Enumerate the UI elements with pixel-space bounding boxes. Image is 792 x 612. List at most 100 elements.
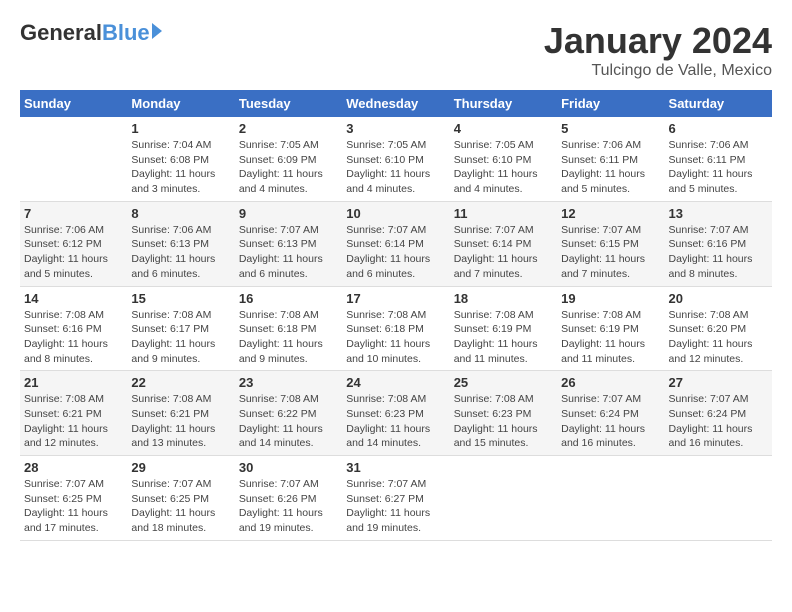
logo-general-text: General (20, 20, 102, 46)
day-cell: 17 Sunrise: 7:08 AMSunset: 6:18 PMDayligh… (342, 286, 449, 371)
day-cell: 19 Sunrise: 7:08 AMSunset: 6:19 PMDayligh… (557, 286, 664, 371)
day-detail: Sunrise: 7:08 AMSunset: 6:18 PMDaylight:… (239, 308, 338, 367)
day-detail: Sunrise: 7:07 AMSunset: 6:15 PMDaylight:… (561, 223, 660, 282)
day-number: 9 (239, 206, 338, 221)
day-detail: Sunrise: 7:05 AMSunset: 6:09 PMDaylight:… (239, 138, 338, 197)
day-number: 19 (561, 291, 660, 306)
day-cell: 14 Sunrise: 7:08 AMSunset: 6:16 PMDayligh… (20, 286, 127, 371)
day-detail: Sunrise: 7:07 AMSunset: 6:24 PMDaylight:… (669, 392, 768, 451)
day-detail: Sunrise: 7:08 AMSunset: 6:19 PMDaylight:… (561, 308, 660, 367)
day-cell: 16 Sunrise: 7:08 AMSunset: 6:18 PMDayligh… (235, 286, 342, 371)
day-detail: Sunrise: 7:04 AMSunset: 6:08 PMDaylight:… (131, 138, 230, 197)
day-cell: 26 Sunrise: 7:07 AMSunset: 6:24 PMDayligh… (557, 371, 664, 456)
day-cell: 5 Sunrise: 7:06 AMSunset: 6:11 PMDaylight… (557, 117, 664, 201)
day-cell: 24Sunrise: 7:08 AMSunset: 6:23 PMDayligh… (342, 371, 449, 456)
day-number: 10 (346, 206, 445, 221)
day-number: 17 (346, 291, 445, 306)
day-number: 23 (239, 375, 338, 390)
day-number: 13 (669, 206, 768, 221)
day-number: 4 (454, 121, 553, 136)
day-cell: 6 Sunrise: 7:06 AMSunset: 6:11 PMDaylight… (665, 117, 772, 201)
day-cell (665, 456, 772, 541)
calendar-title: January 2024 (544, 20, 772, 62)
logo-blue-text: Blue (102, 20, 150, 46)
day-detail: Sunrise: 7:07 AMSunset: 6:25 PMDaylight:… (131, 477, 230, 536)
week-row-4: 21 Sunrise: 7:08 AMSunset: 6:21 PMDayligh… (20, 371, 772, 456)
day-number: 22 (131, 375, 230, 390)
week-row-3: 14 Sunrise: 7:08 AMSunset: 6:16 PMDayligh… (20, 286, 772, 371)
day-detail: Sunrise: 7:06 AMSunset: 6:11 PMDaylight:… (561, 138, 660, 197)
day-cell (20, 117, 127, 201)
day-cell: 9 Sunrise: 7:07 AMSunset: 6:13 PMDaylight… (235, 201, 342, 286)
week-row-5: 28 Sunrise: 7:07 AMSunset: 6:25 PMDayligh… (20, 456, 772, 541)
day-cell: 15Sunrise: 7:08 AMSunset: 6:17 PMDayligh… (127, 286, 234, 371)
day-cell: 3Sunrise: 7:05 AMSunset: 6:10 PMDaylight… (342, 117, 449, 201)
day-detail: Sunrise: 7:08 AMSunset: 6:23 PMDaylight:… (346, 392, 445, 451)
day-number: 30 (239, 460, 338, 475)
day-detail: Sunrise: 7:08 AMSunset: 6:19 PMDaylight:… (454, 308, 553, 367)
day-cell: 23Sunrise: 7:08 AMSunset: 6:22 PMDayligh… (235, 371, 342, 456)
day-number: 29 (131, 460, 230, 475)
day-cell: 21 Sunrise: 7:08 AMSunset: 6:21 PMDayligh… (20, 371, 127, 456)
day-cell: 1 Sunrise: 7:04 AMSunset: 6:08 PMDaylight… (127, 117, 234, 201)
day-number: 21 (24, 375, 123, 390)
logo-arrow-icon (152, 23, 162, 39)
day-cell: 7Sunrise: 7:06 AMSunset: 6:12 PMDaylight… (20, 201, 127, 286)
day-number: 16 (239, 291, 338, 306)
calendar-subtitle: Tulcingo de Valle, Mexico (544, 62, 772, 80)
day-number: 31 (346, 460, 445, 475)
header-day-sunday: Sunday (20, 90, 127, 117)
day-number: 11 (454, 206, 553, 221)
day-number: 28 (24, 460, 123, 475)
day-cell: 30 Sunrise: 7:07 AMSunset: 6:26 PMDayligh… (235, 456, 342, 541)
day-number: 20 (669, 291, 768, 306)
day-detail: Sunrise: 7:07 AMSunset: 6:24 PMDaylight:… (561, 392, 660, 451)
day-cell: 27Sunrise: 7:07 AMSunset: 6:24 PMDayligh… (665, 371, 772, 456)
day-detail: Sunrise: 7:08 AMSunset: 6:21 PMDaylight:… (24, 392, 123, 451)
header-row: SundayMondayTuesdayWednesdayThursdayFrid… (20, 90, 772, 117)
day-cell: 12 Sunrise: 7:07 AMSunset: 6:15 PMDayligh… (557, 201, 664, 286)
page-header: General Blue January 2024 Tulcingo de Va… (20, 20, 772, 80)
header-day-thursday: Thursday (450, 90, 557, 117)
day-detail: Sunrise: 7:07 AMSunset: 6:13 PMDaylight:… (239, 223, 338, 282)
calendar-table: SundayMondayTuesdayWednesdayThursdayFrid… (20, 90, 772, 541)
day-cell: 13Sunrise: 7:07 AMSunset: 6:16 PMDayligh… (665, 201, 772, 286)
day-detail: Sunrise: 7:07 AMSunset: 6:25 PMDaylight:… (24, 477, 123, 536)
header-day-saturday: Saturday (665, 90, 772, 117)
title-block: January 2024 Tulcingo de Valle, Mexico (544, 20, 772, 80)
day-detail: Sunrise: 7:07 AMSunset: 6:27 PMDaylight:… (346, 477, 445, 536)
header-day-friday: Friday (557, 90, 664, 117)
day-number: 12 (561, 206, 660, 221)
day-detail: Sunrise: 7:06 AMSunset: 6:11 PMDaylight:… (669, 138, 768, 197)
week-row-2: 7Sunrise: 7:06 AMSunset: 6:12 PMDaylight… (20, 201, 772, 286)
day-cell: 25Sunrise: 7:08 AMSunset: 6:23 PMDayligh… (450, 371, 557, 456)
day-detail: Sunrise: 7:07 AMSunset: 6:14 PMDaylight:… (454, 223, 553, 282)
day-cell: 4Sunrise: 7:05 AMSunset: 6:10 PMDaylight… (450, 117, 557, 201)
day-number: 6 (669, 121, 768, 136)
day-number: 18 (454, 291, 553, 306)
day-cell: 11 Sunrise: 7:07 AMSunset: 6:14 PMDayligh… (450, 201, 557, 286)
day-cell: 8 Sunrise: 7:06 AMSunset: 6:13 PMDaylight… (127, 201, 234, 286)
day-number: 1 (131, 121, 230, 136)
day-detail: Sunrise: 7:07 AMSunset: 6:14 PMDaylight:… (346, 223, 445, 282)
week-row-1: 1 Sunrise: 7:04 AMSunset: 6:08 PMDaylight… (20, 117, 772, 201)
day-detail: Sunrise: 7:06 AMSunset: 6:13 PMDaylight:… (131, 223, 230, 282)
day-number: 8 (131, 206, 230, 221)
day-detail: Sunrise: 7:08 AMSunset: 6:16 PMDaylight:… (24, 308, 123, 367)
day-detail: Sunrise: 7:08 AMSunset: 6:23 PMDaylight:… (454, 392, 553, 451)
day-cell: 10 Sunrise: 7:07 AMSunset: 6:14 PMDayligh… (342, 201, 449, 286)
day-number: 14 (24, 291, 123, 306)
day-number: 3 (346, 121, 445, 136)
day-number: 7 (24, 206, 123, 221)
day-cell: 20Sunrise: 7:08 AMSunset: 6:20 PMDayligh… (665, 286, 772, 371)
day-detail: Sunrise: 7:08 AMSunset: 6:18 PMDaylight:… (346, 308, 445, 367)
day-cell: 31 Sunrise: 7:07 AMSunset: 6:27 PMDayligh… (342, 456, 449, 541)
day-detail: Sunrise: 7:08 AMSunset: 6:21 PMDaylight:… (131, 392, 230, 451)
day-number: 5 (561, 121, 660, 136)
day-cell: 2 Sunrise: 7:05 AMSunset: 6:09 PMDaylight… (235, 117, 342, 201)
day-detail: Sunrise: 7:08 AMSunset: 6:17 PMDaylight:… (131, 308, 230, 367)
day-detail: Sunrise: 7:07 AMSunset: 6:26 PMDaylight:… (239, 477, 338, 536)
day-number: 26 (561, 375, 660, 390)
day-cell (557, 456, 664, 541)
day-number: 2 (239, 121, 338, 136)
